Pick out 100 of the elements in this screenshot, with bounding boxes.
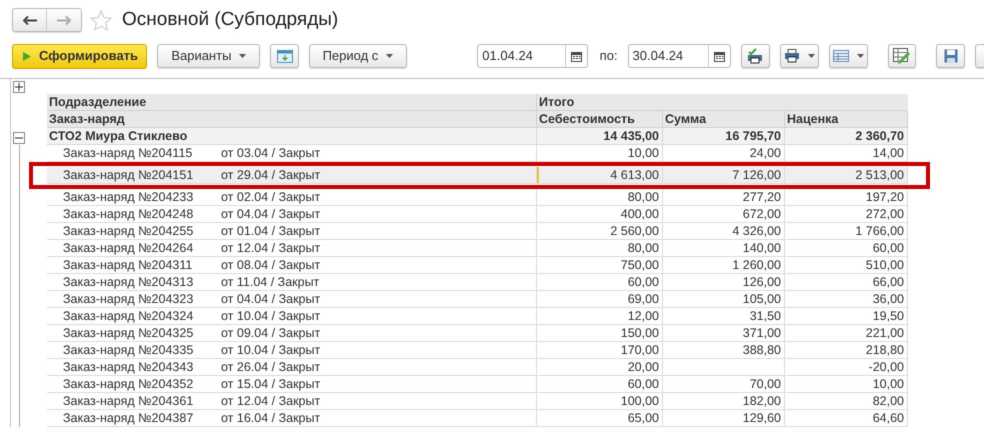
- order-cell-text: Заказ-наряд №204264: [63, 240, 194, 256]
- amount-cell: 129,60: [742, 411, 781, 425]
- table-row[interactable]: Заказ-наряд №204323 от 04.04 / Закрыт 69,00 105,00 36,00: [47, 291, 908, 308]
- amount-cell: 170,00: [620, 343, 659, 357]
- group-name-cell: СТО2 Миура Стиклево: [47, 128, 537, 144]
- order-cell-text: Заказ-наряд №204313: [63, 274, 194, 290]
- caret-icon: [857, 54, 864, 58]
- caret-icon: [386, 54, 394, 58]
- expand-all-button[interactable]: [13, 81, 25, 93]
- table-row[interactable]: Заказ-наряд №204313 от 11.04 / Закрыт 60,00 126,00 66,00: [47, 274, 908, 291]
- order-cell-text: Заказ-наряд №204325: [63, 325, 194, 341]
- save-button[interactable]: [936, 44, 965, 68]
- amount-cell: 1 766,00: [855, 224, 904, 238]
- amount-cell: 672,00: [742, 207, 781, 221]
- amount-cell: 105,00: [742, 292, 781, 306]
- order-cell-text: Заказ-наряд №204335: [63, 342, 194, 358]
- table-row[interactable]: Заказ-наряд №204324 от 10.04 / Закрыт 12,00 31,50 19,50: [47, 308, 908, 325]
- order-cell-text: Заказ-наряд №204323: [63, 291, 194, 307]
- amount-cell: 150,00: [620, 326, 659, 340]
- star-icon[interactable]: [90, 10, 112, 30]
- amount-cell: 65,00: [628, 411, 659, 425]
- table-row[interactable]: Заказ-наряд №204387 от 16.04 / Закрыт 65,00 129,60 64,60: [47, 410, 908, 427]
- collapse-group-button[interactable]: [13, 132, 25, 144]
- printer-check-icon: [747, 48, 764, 64]
- period-button[interactable]: Период с: [308, 44, 408, 68]
- amount-cell: 60,00: [628, 275, 659, 289]
- date-status-cell: от 10.04 / Закрыт: [221, 342, 320, 358]
- order-cell-text: Заказ-наряд №204248: [63, 206, 194, 222]
- table-row[interactable]: Заказ-наряд №204335 от 10.04 / Закрыт 170,00 388,80 218,80: [47, 342, 908, 359]
- amount-cell: 10,00: [628, 146, 659, 160]
- amount-cell: 750,00: [620, 258, 659, 272]
- left-arrow-icon: [22, 16, 36, 24]
- date-from-field[interactable]: 01.04.24: [477, 44, 588, 68]
- table-view-button[interactable]: [828, 44, 868, 68]
- table-row[interactable]: Заказ-наряд №204151 от 29.04 / Закрыт 4 613,00 7 126,00 2 513,00: [47, 167, 908, 184]
- date-status-cell: от 03.04 / Закрыт: [221, 145, 320, 161]
- generate-button[interactable]: Сформировать: [12, 44, 148, 68]
- caret-icon: [239, 54, 246, 58]
- column-header: Себестоимость: [537, 111, 663, 127]
- column-header: Заказ-наряд: [47, 111, 537, 127]
- amount-cell: 4 613,00: [610, 168, 659, 182]
- table-row[interactable]: Заказ-наряд №204115 от 03.04 / Закрыт 10,00 24,00 14,00: [47, 145, 908, 162]
- amount-cell: 218,80: [866, 343, 904, 357]
- variants-button[interactable]: Варианты: [157, 44, 260, 68]
- date-value: 30.04.24: [632, 47, 684, 66]
- table-row[interactable]: Заказ-наряд №204343 от 26.04 / Закрыт 20,00 -20,00: [47, 359, 908, 376]
- order-cell-text: Заказ-наряд №204343: [63, 359, 194, 375]
- table-row[interactable]: Заказ-наряд №204352 от 15.04 / Закрыт 60,00 70,00 10,00: [47, 376, 908, 393]
- table-row[interactable]: Заказ-наряд №204311 от 08.04 / Закрыт 750,00 1 260,00 510,00: [47, 257, 908, 274]
- plus-icon: [15, 83, 23, 91]
- to-label: по:: [600, 47, 618, 66]
- date-status-cell: от 04.04 / Закрыт: [221, 206, 320, 222]
- column-group-header: Итого: [538, 94, 576, 110]
- table-row[interactable]: Заказ-наряд №204248 от 04.04 / Закрыт 400,00 672,00 272,00: [47, 206, 908, 223]
- amount-cell: 31,50: [750, 309, 781, 323]
- amount-cell: 4 326,00: [732, 224, 781, 238]
- table-icon: [833, 50, 850, 62]
- date-status-cell: от 09.04 / Закрыт: [221, 325, 320, 341]
- total-cell: 14 435,00: [537, 128, 663, 144]
- date-status-cell: от 10.04 / Закрыт: [221, 308, 320, 324]
- amount-cell: 64,60: [872, 411, 904, 425]
- edit-button[interactable]: [888, 44, 916, 68]
- amount-cell: 2 560,00: [610, 224, 659, 238]
- date-to-field[interactable]: 30.04.24: [628, 44, 732, 68]
- amount-cell: 60,00: [872, 241, 904, 255]
- amount-cell: 221,00: [866, 326, 904, 340]
- amount-cell: 24,00: [750, 146, 781, 160]
- print-button[interactable]: [780, 44, 819, 68]
- window-title: Основной (Субподряды): [122, 8, 338, 32]
- amount-cell: -20,00: [868, 360, 904, 374]
- amount-cell: 126,00: [742, 275, 781, 289]
- amount-cell: 60,00: [628, 377, 659, 391]
- play-icon: [23, 52, 31, 60]
- settings-panel-button[interactable]: [270, 44, 299, 68]
- table-row[interactable]: Заказ-наряд №204233 от 02.04 / Закрыт 80,00 277,20 197,20: [47, 189, 908, 206]
- table-row[interactable]: Заказ-наряд №204264 от 12.04 / Закрыт 80,00 140,00 60,00: [47, 240, 908, 257]
- amount-cell: 69,00: [628, 292, 659, 306]
- order-cell-text: Заказ-наряд №204255: [63, 223, 194, 239]
- amount-cell: 19,50: [872, 309, 904, 323]
- total-cell: 16 795,70: [663, 128, 785, 144]
- right-arrow-icon: [57, 16, 71, 24]
- amount-cell: 20,00: [628, 360, 659, 374]
- table-row[interactable]: Заказ-наряд №204361 от 12.04 / Закрыт 100,00 182,00 82,00: [47, 393, 908, 410]
- date-status-cell: от 26.04 / Закрыт: [221, 359, 320, 375]
- amount-cell: 70,00: [750, 377, 781, 391]
- table-row[interactable]: Заказ-наряд №204325 от 09.04 / Закрыт 150,00 371,00 221,00: [47, 325, 908, 342]
- amount-cell: 197,20: [866, 190, 904, 204]
- date-status-cell: от 16.04 / Закрыт: [221, 410, 320, 426]
- window-icon: [276, 50, 292, 62]
- order-cell-text: Заказ-наряд №204233: [63, 189, 194, 205]
- date-value: 01.04.24: [481, 47, 534, 66]
- amount-cell: 2 513,00: [855, 168, 904, 182]
- amount-cell: 140,00: [742, 241, 781, 255]
- quick-print-button[interactable]: [741, 44, 770, 68]
- table-row[interactable]: Заказ-наряд №204255 от 01.04 / Закрыт 2 560,00 4 326,00 1 766,00: [47, 223, 908, 240]
- order-cell-text: Заказ-наряд №204115: [63, 145, 194, 161]
- amount-cell: 400,00: [620, 207, 659, 221]
- order-cell-text: Заказ-наряд №204311: [63, 257, 194, 273]
- amount-cell: 36,00: [872, 292, 904, 306]
- amount-cell: 10,00: [872, 377, 904, 391]
